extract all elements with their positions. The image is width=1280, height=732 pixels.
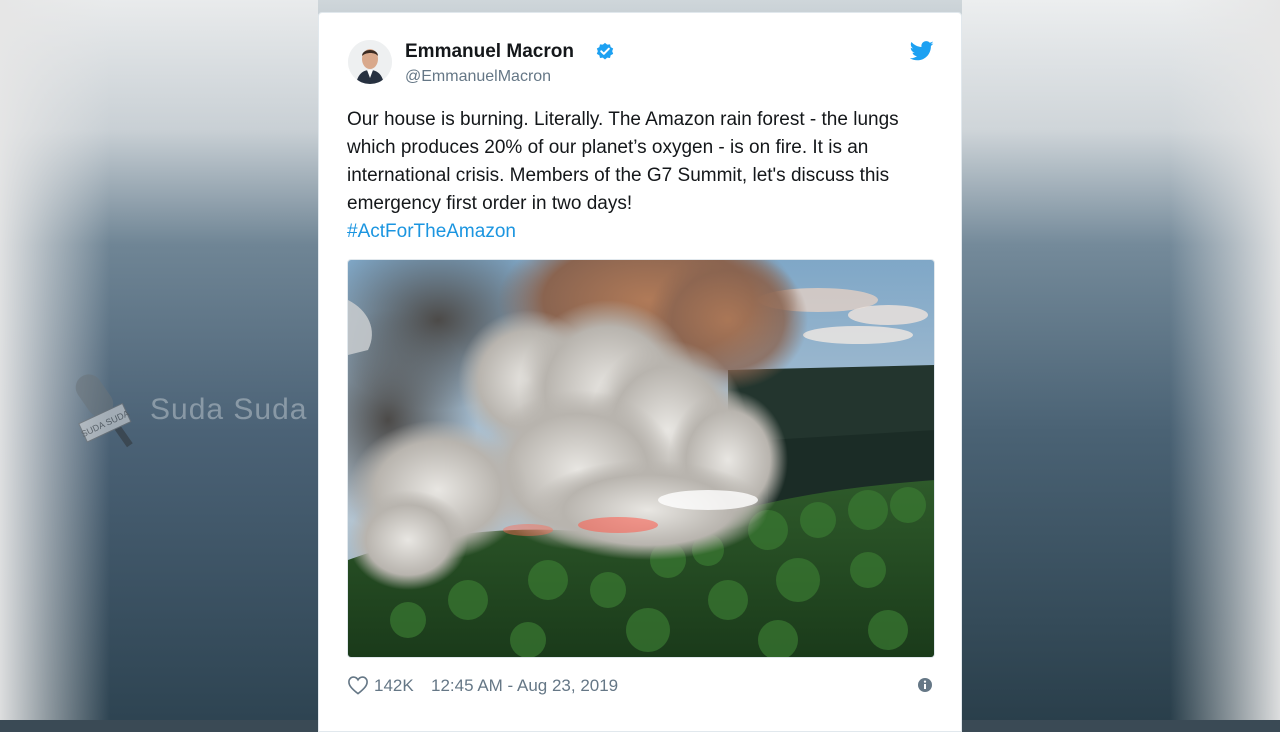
tweet-timestamp[interactable]: 12:45 AM - Aug 23, 2019 — [431, 676, 618, 696]
tweet-body: Our house is burning. Literally. The Ama… — [347, 109, 899, 214]
tweet-text: Our house is burning. Literally. The Ama… — [347, 106, 937, 246]
watermark-text: Suda Suda — [150, 393, 308, 426]
heart-icon[interactable] — [347, 675, 369, 695]
info-icon[interactable] — [917, 677, 933, 693]
amazon-fire-photo — [348, 260, 934, 657]
verified-badge-icon — [596, 42, 614, 60]
author-name[interactable]: Emmanuel Macron — [405, 41, 574, 63]
hashtag-link[interactable]: #ActForTheAmazon — [347, 218, 516, 246]
tweet-footer: 142K 12:45 AM - Aug 23, 2019 — [347, 674, 937, 698]
like-count[interactable]: 142K — [374, 676, 414, 696]
microphone-logo-icon: SUDA SUDA — [75, 374, 133, 448]
channel-watermark: SUDA SUDA Suda Suda — [62, 360, 332, 460]
twitter-bird-icon[interactable] — [910, 41, 934, 61]
avatar[interactable] — [348, 40, 392, 84]
tweet-card: Emmanuel Macron @EmmanuelMacron Our hous… — [318, 12, 962, 732]
tweet-photo[interactable] — [347, 259, 935, 658]
blurred-background-right — [962, 0, 1280, 720]
author-handle[interactable]: @EmmanuelMacron — [405, 68, 551, 86]
